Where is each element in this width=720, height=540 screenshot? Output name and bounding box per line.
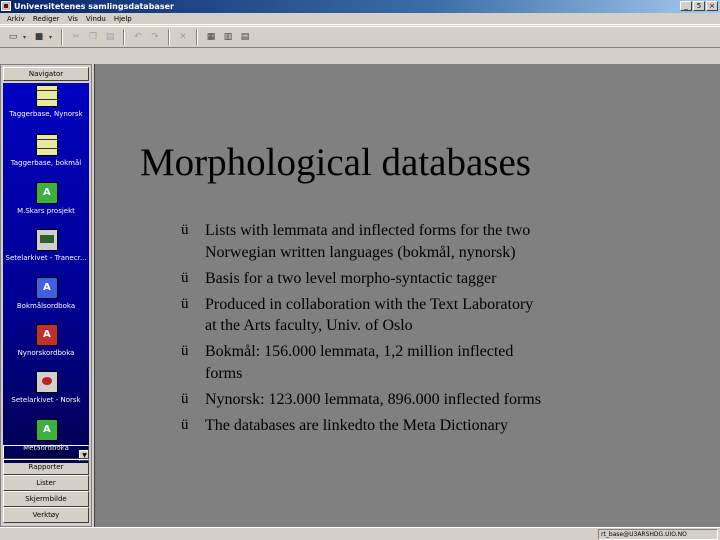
nav-item-label: Setelarkivet - Tranecr... <box>5 254 87 262</box>
nav-item-label: M.Skars prosjekt <box>17 207 75 215</box>
toolbar-separator <box>168 29 170 45</box>
book-icon <box>36 277 58 299</box>
checkmark-icon: ü <box>181 222 189 238</box>
list-item: ü Produced in collaboration with the Text… <box>181 294 541 337</box>
form-icon <box>36 371 58 393</box>
book-icon <box>36 182 58 204</box>
chevron-down-icon[interactable]: ▾ <box>49 34 55 41</box>
bullet-text: Nynorsk: 123.000 lemmata, 896.000 inflec… <box>205 390 541 408</box>
list-item: ü Basis for a two level morpho-syntactic … <box>181 268 541 290</box>
cut-icon[interactable]: ✂ <box>69 30 83 44</box>
nav-item-taggerbase-bokmal[interactable]: Taggerbase, bokmål <box>3 134 89 178</box>
open-icon[interactable]: ▭ <box>6 30 20 44</box>
nav-group-rapporter[interactable]: Rapporter <box>3 459 89 475</box>
slide-area: Morphological databases ü Lists with lemm… <box>94 64 720 527</box>
checkmark-icon: ü <box>181 343 189 359</box>
navigator-header[interactable]: Navigator <box>3 67 89 81</box>
checkmark-icon: ü <box>181 295 189 312</box>
list-item: ü Nynorsk: 123.000 lemmata, 896.000 infle… <box>181 389 541 411</box>
nav-item-setelarkivet-tranecr[interactable]: Setelarkivet - Tranecr... <box>3 229 89 273</box>
toolbar: ▭ ▾ ■ ▾ ✂ ❐ ▤ ↶ ↷ ✕ ▦ ▥ ▤ <box>0 26 720 48</box>
cascade-icon[interactable]: ▥ <box>221 30 235 44</box>
database-icon <box>36 134 58 156</box>
nav-item-label: Bokmålsordboka <box>16 302 76 310</box>
nav-group-andre-fagfelt[interactable]: Andre fagfelt <box>3 445 89 459</box>
menu-bar: Arkiv Rediger Vis Vindu Hjelp <box>0 13 720 25</box>
window-icon[interactable]: ▤ <box>238 30 252 44</box>
toolbar-separator <box>123 29 125 45</box>
menu-arkiv[interactable]: Arkiv <box>3 13 29 24</box>
checkmark-icon: ü <box>181 416 189 433</box>
book-icon <box>36 324 58 346</box>
bullet-text: Bokmål: 156.000 lemmata, 1,2 million inf… <box>205 343 514 382</box>
bullet-list: ü Lists with lemmata and inflected forms … <box>181 220 541 441</box>
navigator-groups: Andre fagfelt Rapporter Lister Skjermbil… <box>3 445 89 523</box>
window-controls: _ 5 × <box>680 1 718 11</box>
bullet-text: Basis for a two level morpho-syntactic t… <box>205 269 497 287</box>
slide-title: Morphological databases <box>140 141 531 184</box>
window-title: Universitetenes samlingsdatabaser <box>14 2 174 11</box>
redo-icon[interactable]: ↷ <box>148 30 162 44</box>
bullet-text: Produced in collaboration with the Text … <box>205 295 534 335</box>
menu-hjelp[interactable]: Hjelp <box>110 13 136 24</box>
status-bar: rt_base@U3ARSHDG.UIO.NO <box>0 527 720 540</box>
nav-group-lister[interactable]: Lister <box>3 475 89 491</box>
nav-item-mskars-prosjekt[interactable]: M.Skars prosjekt <box>3 182 89 226</box>
copy-icon[interactable]: ❐ <box>86 30 100 44</box>
chevron-down-icon[interactable]: ▾ <box>23 34 29 41</box>
navigator-panel: Navigator Taggerbase, Nynorsk Taggerbase… <box>0 64 92 527</box>
save-icon[interactable]: ■ <box>32 30 46 44</box>
bullet-text: The databases are linkedto the Meta Dict… <box>205 416 508 434</box>
checkmark-icon: ü <box>181 269 189 286</box>
bullet-text: Lists with lemmata and inflected forms f… <box>205 222 531 261</box>
nav-item-setelarkivet-norsk[interactable]: Setelarkivet - Norsk <box>3 371 89 415</box>
tile-icon[interactable]: ▦ <box>204 30 218 44</box>
minimize-button[interactable]: _ <box>680 1 692 11</box>
restore-button[interactable]: 5 <box>693 1 705 11</box>
status-connection: rt_base@U3ARSHDG.UIO.NO <box>598 529 718 540</box>
nav-item-label: Nynorskordboka <box>17 349 75 357</box>
nav-item-bokmalsordboka[interactable]: Bokmålsordboka <box>3 277 89 321</box>
paste-icon[interactable]: ▤ <box>103 30 117 44</box>
nav-item-label: Taggerbase, bokmål <box>10 159 82 167</box>
nav-item-taggerbase-nynorsk[interactable]: Taggerbase, Nynorsk <box>3 85 89 129</box>
navigator-items: Taggerbase, Nynorsk Taggerbase, bokmål M… <box>3 83 89 463</box>
list-item: ü The databases are linkedto the Meta Dic… <box>181 415 541 437</box>
list-item: ü Bokmål: 156.000 lemmata, 1,2 million in… <box>181 341 541 384</box>
nav-item-label: Setelarkivet - Norsk <box>11 396 81 404</box>
toolbar-separator <box>196 29 198 45</box>
checkmark-icon: ü <box>181 390 189 407</box>
title-bar: Universitetenes samlingsdatabaser _ 5 × <box>0 0 720 13</box>
menu-rediger[interactable]: Rediger <box>29 13 64 24</box>
database-icon <box>36 85 58 107</box>
toolbar-separator <box>61 29 63 45</box>
nav-item-label: Taggerbase, Nynorsk <box>9 110 83 118</box>
nav-group-skjermbilde[interactable]: Skjermbilde <box>3 491 89 507</box>
menu-vindu[interactable]: Vindu <box>82 13 110 24</box>
delete-icon[interactable]: ✕ <box>176 30 190 44</box>
nav-group-verktoy[interactable]: Verktøy <box>3 507 89 523</box>
list-item: ü Lists with lemmata and inflected forms … <box>181 220 541 263</box>
undo-icon[interactable]: ↶ <box>131 30 145 44</box>
nav-item-nynorskordboka[interactable]: Nynorskordboka <box>3 324 89 368</box>
book-icon <box>36 419 58 441</box>
menu-vis[interactable]: Vis <box>64 13 82 24</box>
app-icon[interactable] <box>1 1 11 11</box>
close-button[interactable]: × <box>706 1 718 11</box>
form-icon <box>36 229 58 251</box>
